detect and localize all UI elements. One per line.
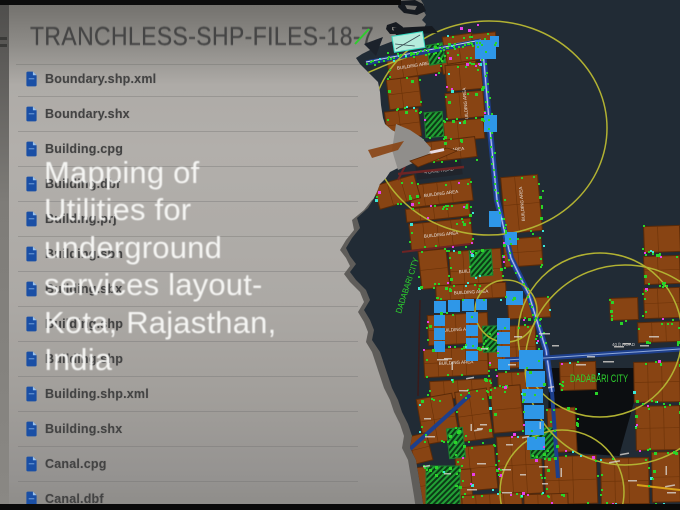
svg-text:DADABARI CITY: DADABARI CITY: [570, 373, 628, 385]
